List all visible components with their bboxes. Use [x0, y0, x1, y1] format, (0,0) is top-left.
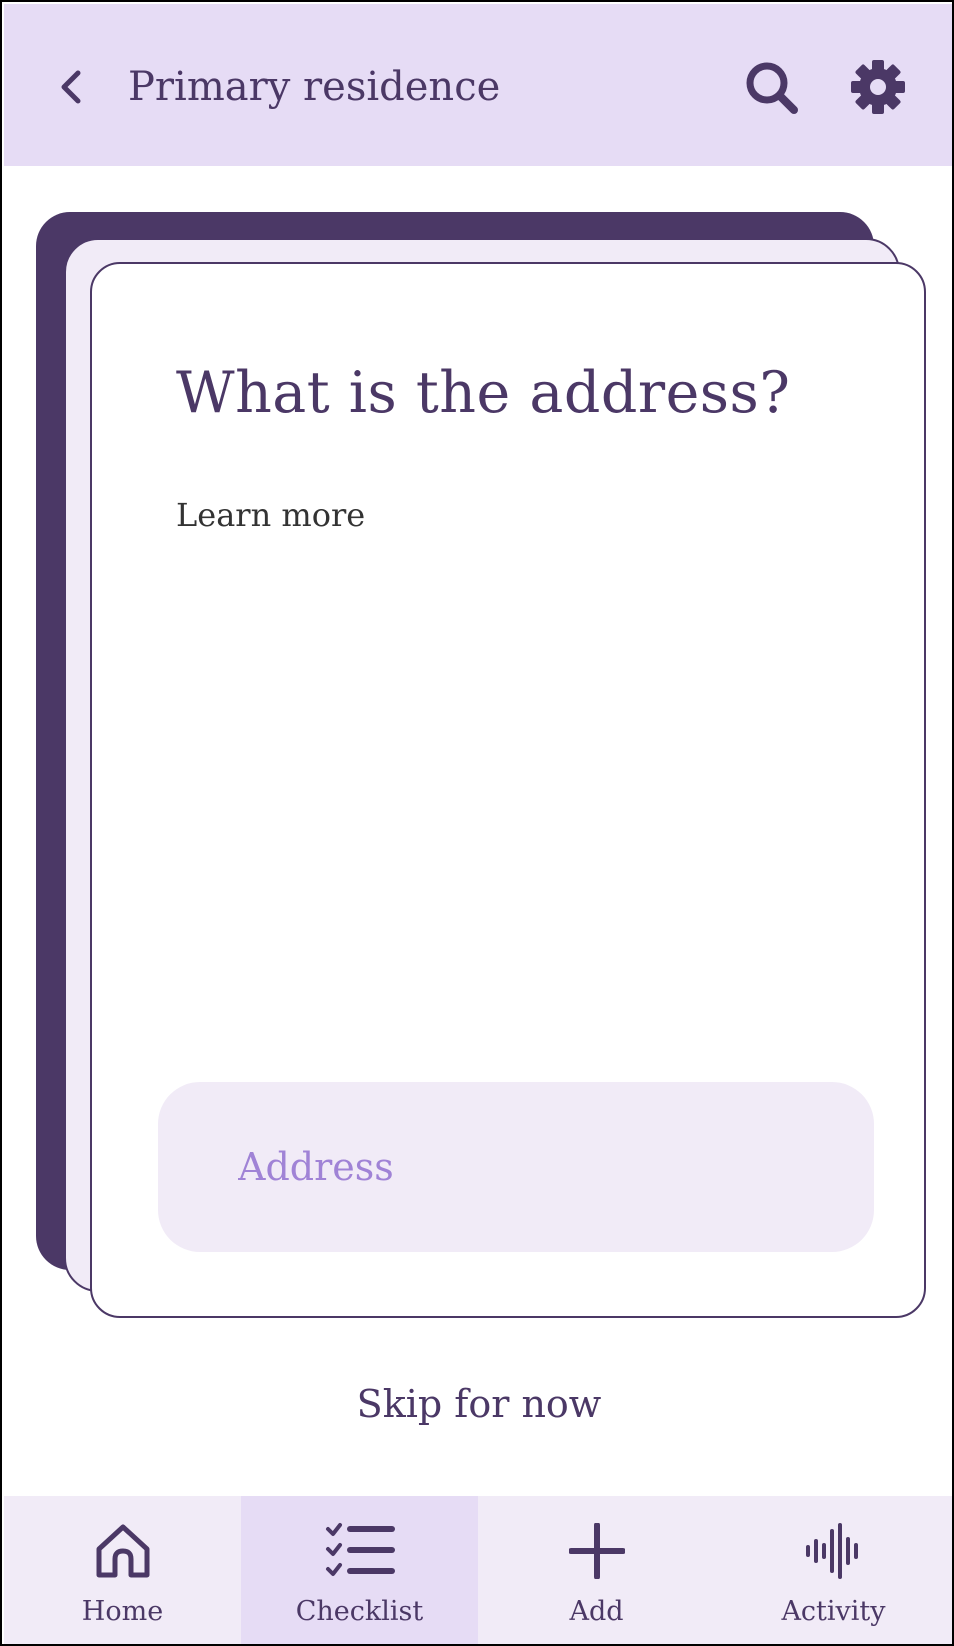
top-app-bar: Primary residence [4, 4, 952, 166]
bottom-navigation: Home Checklist Add Activity [4, 1496, 952, 1644]
nav-label-add: Add [569, 1596, 624, 1627]
plus-icon [568, 1523, 625, 1579]
nav-item-home[interactable]: Home [4, 1496, 241, 1644]
address-input[interactable] [158, 1082, 874, 1252]
waveform-icon [805, 1523, 858, 1579]
nav-item-activity[interactable]: Activity [715, 1496, 952, 1644]
question-card: What is the address? Learn more [90, 262, 926, 1318]
learn-more-link[interactable]: Learn more [176, 496, 365, 534]
question-heading: What is the address? [176, 360, 791, 426]
settings-button[interactable] [846, 54, 910, 120]
page-title: Primary residence [128, 64, 501, 110]
chevron-left-icon [61, 70, 81, 104]
checklist-icon [325, 1523, 395, 1576]
nav-item-checklist[interactable]: Checklist [241, 1496, 478, 1644]
nav-label-home: Home [81, 1596, 164, 1627]
app-screen: Primary residence What is the address? L… [0, 0, 954, 1646]
gear-icon [851, 60, 905, 114]
search-button[interactable] [740, 54, 802, 120]
home-icon [96, 1524, 149, 1578]
skip-for-now-button[interactable]: Skip for now [2, 1382, 952, 1426]
nav-item-add[interactable]: Add [478, 1496, 715, 1644]
search-icon [746, 62, 798, 114]
back-button[interactable] [48, 58, 92, 116]
nav-label-activity: Activity [781, 1596, 886, 1627]
nav-label-checklist: Checklist [295, 1596, 424, 1627]
